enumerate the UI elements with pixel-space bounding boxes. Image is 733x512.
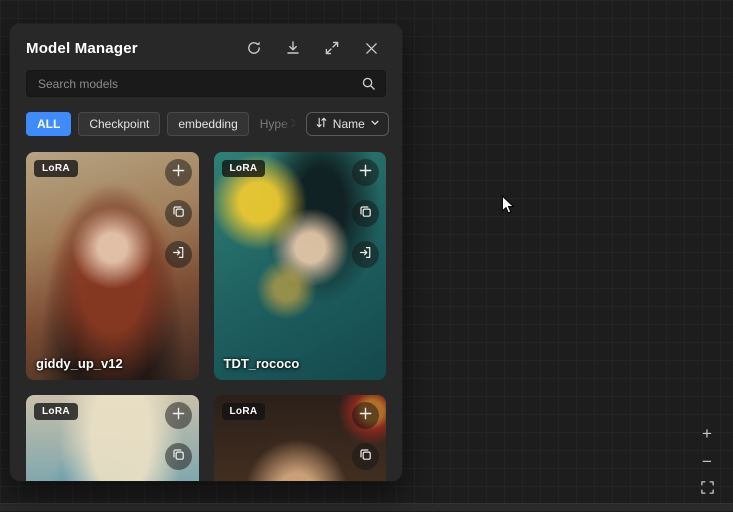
zoom-in-button[interactable]: +	[697, 424, 717, 444]
expand-button[interactable]	[323, 39, 341, 57]
model-type-badge: LoRA	[34, 403, 78, 420]
model-card[interactable]: LoRA TDT_rococo	[214, 152, 387, 380]
card-actions	[165, 402, 192, 470]
import-icon	[358, 245, 373, 265]
close-icon	[364, 41, 379, 56]
plus-icon	[358, 163, 373, 183]
add-model-button[interactable]	[165, 159, 192, 186]
model-name: giddy_up_v12	[36, 356, 123, 371]
filter-hypernetwork-label: Hype	[260, 117, 288, 131]
copy-icon	[358, 204, 373, 224]
model-name: TDT_rococo	[224, 356, 300, 371]
fit-view-button[interactable]	[697, 480, 717, 500]
search-icon	[361, 76, 376, 91]
window-bottom-strip	[0, 503, 733, 511]
model-card[interactable]: LoRA giddy_up_v12	[26, 152, 199, 380]
plus-icon	[171, 406, 186, 426]
filter-all[interactable]: ALL	[26, 112, 71, 136]
close-button[interactable]	[362, 39, 380, 57]
filter-checkpoint[interactable]: Checkpoint	[78, 112, 160, 136]
model-type-badge: LoRA	[222, 160, 266, 177]
model-manager-panel: Model Manager	[10, 24, 402, 481]
filter-bar: ALL Checkpoint embedding Hype Name	[26, 112, 386, 136]
panel-header-icons	[245, 39, 386, 57]
chevron-down-icon	[370, 117, 380, 131]
import-model-button[interactable]	[165, 241, 192, 268]
model-type-badge: LoRA	[222, 403, 266, 420]
copy-icon	[171, 447, 186, 467]
model-type-badge: LoRA	[34, 160, 78, 177]
copy-model-button[interactable]	[165, 443, 192, 470]
chevron-right-icon	[289, 117, 299, 131]
add-model-button[interactable]	[165, 402, 192, 429]
fit-screen-icon	[700, 480, 715, 500]
copy-model-button[interactable]	[352, 443, 379, 470]
filter-hypernetwork[interactable]: Hype	[256, 113, 299, 135]
plus-icon	[171, 163, 186, 183]
import-icon	[171, 245, 186, 265]
download-icon	[285, 40, 301, 56]
plus-icon	[358, 406, 373, 426]
filter-embedding[interactable]: embedding	[167, 112, 248, 136]
copy-model-button[interactable]	[352, 200, 379, 227]
card-actions	[352, 402, 379, 470]
zoom-out-button[interactable]: −	[697, 452, 717, 472]
expand-icon	[324, 40, 340, 56]
copy-icon	[358, 447, 373, 467]
search-bar	[26, 70, 386, 97]
refresh-button[interactable]	[245, 39, 263, 57]
add-model-button[interactable]	[352, 402, 379, 429]
sort-dropdown[interactable]: Name	[306, 112, 389, 136]
download-button[interactable]	[284, 39, 302, 57]
card-actions	[352, 159, 379, 268]
canvas-zoom-controls: + −	[697, 424, 717, 500]
card-actions	[165, 159, 192, 268]
model-card[interactable]: LoRA	[214, 395, 387, 481]
add-model-button[interactable]	[352, 159, 379, 186]
sort-icon	[315, 116, 328, 132]
copy-model-button[interactable]	[165, 200, 192, 227]
panel-title: Model Manager	[26, 40, 138, 57]
sort-label: Name	[333, 117, 365, 131]
copy-icon	[171, 204, 186, 224]
model-card-grid: LoRA giddy_up_v12 LoRA	[26, 152, 386, 481]
import-model-button[interactable]	[352, 241, 379, 268]
refresh-icon	[246, 40, 262, 56]
model-card[interactable]: LoRA	[26, 395, 199, 481]
panel-header: Model Manager	[26, 37, 386, 59]
search-input[interactable]	[36, 76, 361, 92]
